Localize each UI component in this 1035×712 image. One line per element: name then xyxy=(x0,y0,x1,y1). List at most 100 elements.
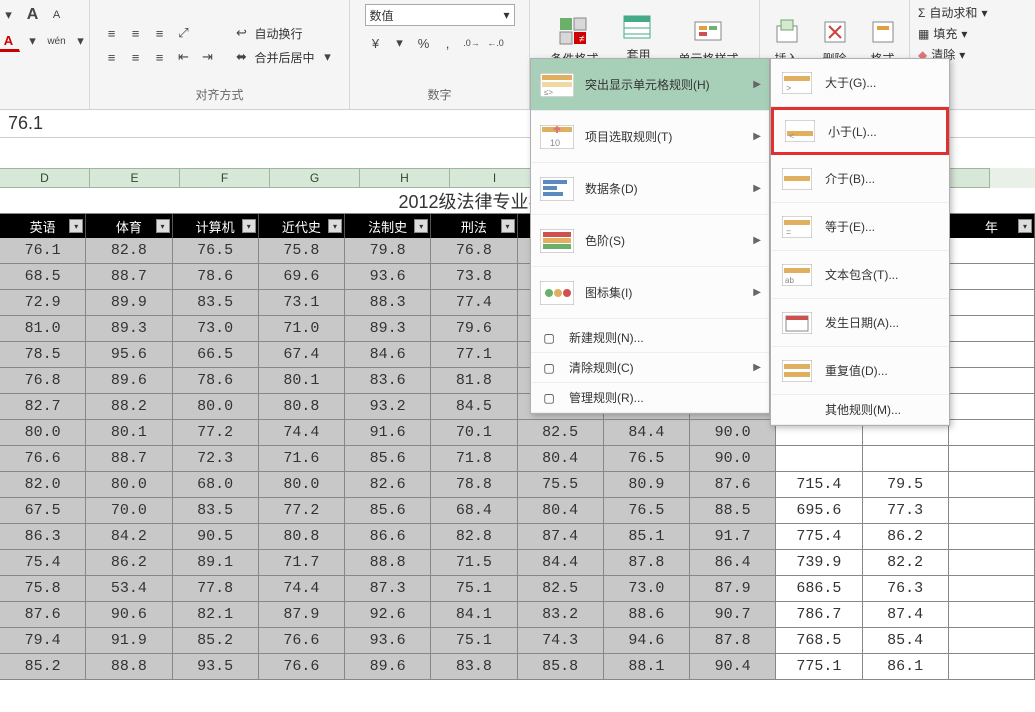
data-cell[interactable]: 739.9 xyxy=(776,550,862,576)
data-cell[interactable]: 80.4 xyxy=(518,498,604,524)
data-cell[interactable]: 75.5 xyxy=(518,472,604,498)
decrease-decimal-icon[interactable]: ←.0 xyxy=(485,32,507,54)
menu-item[interactable]: <小于(L)... xyxy=(771,107,949,155)
table-header[interactable]: 体育▾ xyxy=(86,214,172,238)
menu-item[interactable]: ▢管理规则(R)... xyxy=(531,383,769,413)
data-cell[interactable]: 87.6 xyxy=(0,602,86,628)
data-cell[interactable]: 85.4 xyxy=(863,628,949,654)
data-cell[interactable] xyxy=(949,316,1035,342)
data-cell[interactable]: 83.2 xyxy=(518,602,604,628)
data-cell[interactable]: 90.5 xyxy=(173,524,259,550)
data-cell[interactable]: 91.6 xyxy=(345,420,431,446)
column-header[interactable]: G xyxy=(270,168,360,188)
align-bottom-icon[interactable]: ≡ xyxy=(148,22,170,44)
data-cell[interactable]: 68.4 xyxy=(431,498,517,524)
data-cell[interactable] xyxy=(949,238,1035,264)
data-cell[interactable]: 88.6 xyxy=(604,602,690,628)
table-header[interactable]: 年▾ xyxy=(949,214,1035,238)
merge-arrow-icon[interactable]: ▾ xyxy=(317,46,339,68)
data-cell[interactable]: 90.6 xyxy=(86,602,172,628)
data-cell[interactable]: 72.9 xyxy=(0,290,86,316)
increase-decimal-icon[interactable]: .0→ xyxy=(461,32,483,54)
data-cell[interactable] xyxy=(949,524,1035,550)
data-cell[interactable]: 74.4 xyxy=(259,420,345,446)
align-left-icon[interactable]: ≡ xyxy=(100,46,122,68)
data-cell[interactable]: 76.1 xyxy=(0,238,86,264)
filter-arrow-icon[interactable]: ▾ xyxy=(501,219,515,233)
data-cell[interactable]: 82.8 xyxy=(431,524,517,550)
currency-icon[interactable]: ¥ xyxy=(365,32,387,54)
data-cell[interactable]: 76.6 xyxy=(0,446,86,472)
menu-item[interactable]: >大于(G)... xyxy=(771,59,949,107)
font-color-icon[interactable]: A xyxy=(0,30,20,52)
data-cell[interactable]: 86.2 xyxy=(863,524,949,550)
data-cell[interactable]: 80.4 xyxy=(518,446,604,472)
data-cell[interactable]: 83.5 xyxy=(173,498,259,524)
data-cell[interactable]: 89.6 xyxy=(86,368,172,394)
data-cell[interactable]: 77.2 xyxy=(259,498,345,524)
phonetic-arrow-icon[interactable]: ▾ xyxy=(70,30,92,52)
data-cell[interactable]: 89.3 xyxy=(345,316,431,342)
data-cell[interactable]: 75.8 xyxy=(0,576,86,602)
data-cell[interactable]: 88.2 xyxy=(86,394,172,420)
data-cell[interactable]: 68.5 xyxy=(0,264,86,290)
data-cell[interactable]: 86.6 xyxy=(345,524,431,550)
data-cell[interactable]: 82.0 xyxy=(0,472,86,498)
data-cell[interactable]: 89.6 xyxy=(345,654,431,680)
column-header[interactable]: E xyxy=(90,168,180,188)
percent-icon[interactable]: % xyxy=(413,32,435,54)
wrap-text-button[interactable]: ↩ 自动换行 xyxy=(230,22,338,44)
data-cell[interactable]: 67.4 xyxy=(259,342,345,368)
indent-inc-icon[interactable]: ⇥ xyxy=(196,46,218,68)
filter-arrow-icon[interactable]: ▾ xyxy=(1018,219,1032,233)
data-cell[interactable]: 75.8 xyxy=(259,238,345,264)
column-header[interactable]: F xyxy=(180,168,270,188)
data-cell[interactable] xyxy=(949,654,1035,680)
data-cell[interactable]: 86.4 xyxy=(690,550,776,576)
data-cell[interactable]: 79.5 xyxy=(863,472,949,498)
menu-item[interactable]: 10项目选取规则(T)▶ xyxy=(531,111,769,163)
data-cell[interactable]: 69.6 xyxy=(259,264,345,290)
data-cell[interactable]: 94.6 xyxy=(604,628,690,654)
data-cell[interactable] xyxy=(949,368,1035,394)
data-cell[interactable]: 84.1 xyxy=(431,602,517,628)
arrow-down-icon[interactable]: ▾ xyxy=(0,4,20,26)
data-cell[interactable]: 84.6 xyxy=(345,342,431,368)
data-cell[interactable]: 73.8 xyxy=(431,264,517,290)
data-cell[interactable]: 66.5 xyxy=(173,342,259,368)
data-cell[interactable]: 686.5 xyxy=(776,576,862,602)
data-cell[interactable]: 71.8 xyxy=(431,446,517,472)
menu-item[interactable]: 色阶(S)▶ xyxy=(531,215,769,267)
data-cell[interactable]: 86.1 xyxy=(863,654,949,680)
align-center-icon[interactable]: ≡ xyxy=(124,46,146,68)
filter-arrow-icon[interactable]: ▾ xyxy=(328,219,342,233)
data-cell[interactable]: 84.4 xyxy=(518,550,604,576)
font-color-arrow-icon[interactable]: ▾ xyxy=(22,30,44,52)
data-cell[interactable]: 73.0 xyxy=(173,316,259,342)
menu-item[interactable]: 重复值(D)... xyxy=(771,347,949,395)
data-cell[interactable]: 75.1 xyxy=(431,576,517,602)
align-top-icon[interactable]: ≡ xyxy=(100,22,122,44)
data-cell[interactable]: 90.4 xyxy=(690,654,776,680)
menu-item[interactable]: 数据条(D)▶ xyxy=(531,163,769,215)
data-cell[interactable]: 77.8 xyxy=(173,576,259,602)
table-header[interactable]: 计算机▾ xyxy=(173,214,259,238)
data-cell[interactable]: 87.9 xyxy=(259,602,345,628)
data-cell[interactable]: 82.5 xyxy=(518,576,604,602)
fill-button[interactable]: ▦填充▾ xyxy=(918,25,987,42)
column-header[interactable]: D xyxy=(0,168,90,188)
filter-arrow-icon[interactable]: ▾ xyxy=(69,219,83,233)
menu-item[interactable]: 介于(B)... xyxy=(771,155,949,203)
data-cell[interactable]: 75.1 xyxy=(431,628,517,654)
data-cell[interactable]: 80.0 xyxy=(259,472,345,498)
increase-font-icon[interactable]: A xyxy=(22,4,44,26)
data-cell[interactable]: 93.6 xyxy=(345,264,431,290)
data-cell[interactable]: 76.6 xyxy=(259,654,345,680)
data-cell[interactable]: 87.8 xyxy=(690,628,776,654)
data-cell[interactable]: 53.4 xyxy=(86,576,172,602)
data-cell[interactable]: 86.2 xyxy=(86,550,172,576)
menu-item-other-rules[interactable]: 其他规则(M)... xyxy=(771,395,949,425)
data-cell[interactable]: 78.6 xyxy=(173,368,259,394)
merge-center-button[interactable]: ⬌ 合并后居中 ▾ xyxy=(230,46,338,68)
data-cell[interactable]: 82.8 xyxy=(86,238,172,264)
